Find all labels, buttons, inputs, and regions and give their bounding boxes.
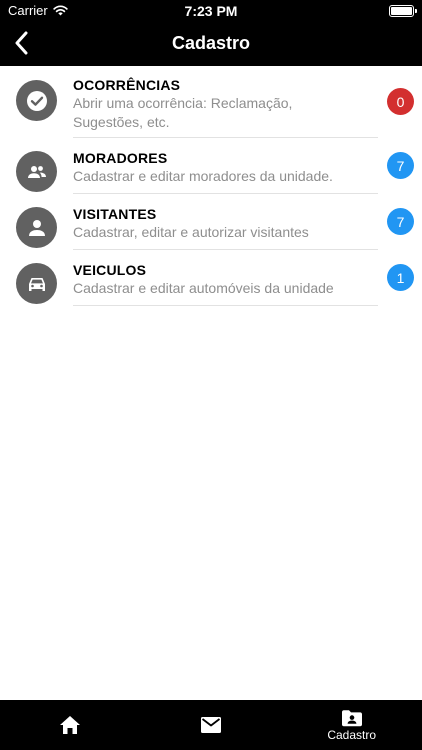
tab-home[interactable] xyxy=(0,700,141,750)
nav-bar: Cadastro xyxy=(0,22,422,66)
tab-messages[interactable] xyxy=(141,700,282,750)
check-circle-icon xyxy=(16,80,57,121)
home-icon xyxy=(60,716,81,734)
count-badge: 1 xyxy=(387,264,414,291)
divider xyxy=(73,305,378,306)
status-bar: Carrier 7:23 PM xyxy=(0,0,422,22)
page-title: Cadastro xyxy=(171,33,251,53)
item-description: Cadastrar e editar moradores da unidade. xyxy=(73,168,333,184)
mail-icon xyxy=(201,717,221,733)
item-label: OCORRÊNCIAS xyxy=(73,77,181,93)
count-badge: 7 xyxy=(387,208,414,235)
tab-bar: Cadastro xyxy=(0,700,422,750)
list-item-visitantes[interactable]: VISITANTES Cadastrar, editar e autorizar… xyxy=(0,194,422,250)
list-item-moradores[interactable]: MORADORES Cadastrar e editar moradores d… xyxy=(0,138,422,194)
car-icon xyxy=(16,263,57,304)
status-time: 7:23 PM xyxy=(184,3,238,19)
top-bar: Carrier 7:23 PM Cadastro xyxy=(0,0,422,66)
item-description: Abrir uma ocorrência: Reclamação, xyxy=(73,95,293,111)
item-text: OCORRÊNCIAS Abrir uma ocorrência: Reclam… xyxy=(73,77,378,131)
item-description-line2: Sugestões, etc. xyxy=(73,114,170,130)
item-text: VEICULOS Cadastrar e editar automóveis d… xyxy=(73,262,378,297)
list-item-veiculos[interactable]: VEICULOS Cadastrar e editar automóveis d… xyxy=(0,250,422,306)
item-label: MORADORES xyxy=(73,150,168,166)
item-text: VISITANTES Cadastrar, editar e autorizar… xyxy=(73,206,378,241)
count-badge: 7 xyxy=(387,152,414,179)
menu-list: OCORRÊNCIAS Abrir uma ocorrência: Reclam… xyxy=(0,66,422,306)
item-label: VISITANTES xyxy=(73,206,157,222)
list-item-ocorrencias[interactable]: OCORRÊNCIAS Abrir uma ocorrência: Reclam… xyxy=(0,66,422,138)
people-icon xyxy=(16,151,57,192)
tab-label: Cadastro xyxy=(327,727,377,742)
item-text: MORADORES Cadastrar e editar moradores d… xyxy=(73,150,378,185)
item-description: Cadastrar e editar automóveis da unidade xyxy=(73,280,334,296)
contact-folder-icon xyxy=(341,709,362,726)
person-icon xyxy=(16,207,57,248)
item-description: Cadastrar, editar e autorizar visitantes xyxy=(73,224,309,240)
count-badge: 0 xyxy=(387,88,414,115)
item-label: VEICULOS xyxy=(73,262,147,278)
battery-icon xyxy=(389,5,417,17)
tab-cadastro[interactable]: Cadastro xyxy=(281,700,422,750)
